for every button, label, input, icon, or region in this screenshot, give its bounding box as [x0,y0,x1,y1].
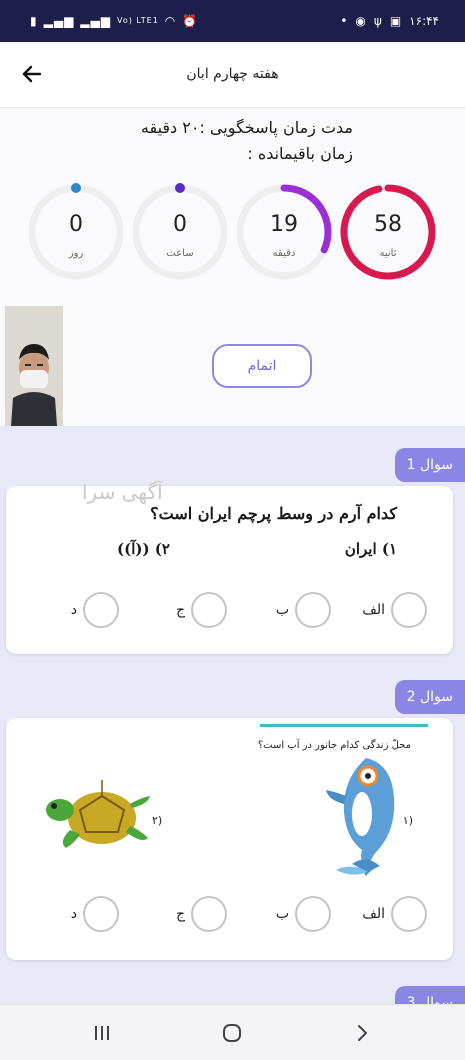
timer-ring-days: 0 روز [26,182,126,282]
clock-time: ۱۶:۴۴ [409,14,439,28]
minutes-label: دقیقه [272,248,296,259]
question-1-card: آگهی سرا کدام آرم در وسط پرچم ایران است؟… [6,480,453,654]
question-2-text: محلّ زندگی کدام جانور در آب است؟ [257,740,411,751]
q2-choice-be[interactable]: ب [276,896,331,932]
wifi-icon: ◠ [164,14,177,28]
radio-button[interactable] [295,592,331,628]
q1-choice-be[interactable]: ب [276,592,331,628]
battery-icon: ▮ [30,14,38,28]
dolphin-illustration [326,758,395,876]
signal-icon: ▂▄▆ [43,14,75,28]
radio-button[interactable] [191,896,227,932]
q1-choice-jim[interactable]: ج [176,592,227,628]
seconds-label: ثانیه [379,248,397,259]
choice-label: ب [275,906,289,922]
page-title: هفته چهارم ابان [186,66,279,82]
home-icon[interactable] [220,1021,244,1045]
back-icon[interactable] [350,1021,374,1045]
radio-button[interactable] [391,592,427,628]
days-label: روز [68,248,84,259]
q1-choice-alef[interactable]: الف [362,592,427,628]
question-1-option-1: ۱) ایران [344,540,397,558]
seconds-value: 58 [374,212,402,237]
minutes-value: 19 [270,212,298,237]
hours-value: 0 [173,212,187,237]
question-2-card: محلّ زندگی کدام جانور در آب است؟ ۱) ۲) ا… [6,718,453,960]
choice-label: ب [275,602,289,618]
timer-ring-seconds: 58 ثانیه [338,182,438,282]
image-top-line [260,724,428,727]
choice-label: ج [175,906,185,922]
question-1-badge: سوال 1 [394,448,465,482]
question-1-text: کدام آرم در وسط پرچم ایران است؟ [150,504,397,523]
volte-indicator: Vo) LTE1 [116,16,159,25]
duration-text: مدت زمان پاسخگویی :۲۰ دقیقه [140,118,353,137]
radio-button[interactable] [391,896,427,932]
dot-icon: • [340,14,348,28]
status-left-icons: ▮ ▂▄▆ ▂▄▆ Vo) LTE1 ◠ ⏰ [30,13,198,29]
q2-choice-alef[interactable]: الف [362,896,427,932]
question-2-badge: سوال 2 [394,680,465,714]
recent-apps-icon[interactable] [90,1021,114,1045]
radio-button[interactable] [83,592,119,628]
remaining-label: زمان باقیمانده : [247,144,353,163]
app-bar: هفته چهارم ابان [0,42,465,108]
signal-icon-2: ▂▄▆ [80,14,111,28]
choice-label: ج [175,602,185,618]
timer-ring-hours: 0 ساعت [130,182,230,282]
alarm-icon: ⏰ [182,14,199,28]
timer-ring-minutes: 19 دقیقه [234,182,334,282]
choice-label: الف [362,602,385,618]
q2-choice-dal[interactable]: د [71,896,119,932]
turtle-illustration [46,780,150,848]
camera-preview [5,306,63,426]
radio-button[interactable] [295,896,331,932]
q1-choice-dal[interactable]: د [71,592,119,628]
choice-label: الف [362,906,385,922]
choice-label: د [70,906,77,922]
timer-section: مدت زمان پاسخگویی :۲۰ دقیقه زمان باقیمان… [0,108,465,426]
status-bar: ▮ ▂▄▆ ▂▄▆ Vo) LTE1 ◠ ⏰ • ◉ ψ ▣ ۱۶:۴۴ [0,0,465,42]
days-value: 0 [69,212,83,237]
watermark-text: آگهی سرا [82,480,163,504]
choice-label: د [70,602,77,618]
hours-label: ساعت [166,248,194,259]
finish-button[interactable]: اتمام [212,344,312,388]
whatsapp-icon: ◉ [355,14,366,28]
system-nav-bar [0,1004,465,1060]
gallery-icon: ▣ [389,14,402,28]
user-avatar-illustration [5,306,63,426]
radio-button[interactable] [83,896,119,932]
radio-button[interactable] [191,592,227,628]
question-1-option-2: ۲) ((آ)) [117,540,170,558]
questions-area: سوال 1 آگهی سرا کدام آرم در وسط پرچم ایر… [0,426,465,1020]
q2-choice-jim[interactable]: ج [176,896,227,932]
status-right-icons: • ◉ ψ ▣ ۱۶:۴۴ [340,13,439,29]
usb-icon: ψ [373,14,382,28]
